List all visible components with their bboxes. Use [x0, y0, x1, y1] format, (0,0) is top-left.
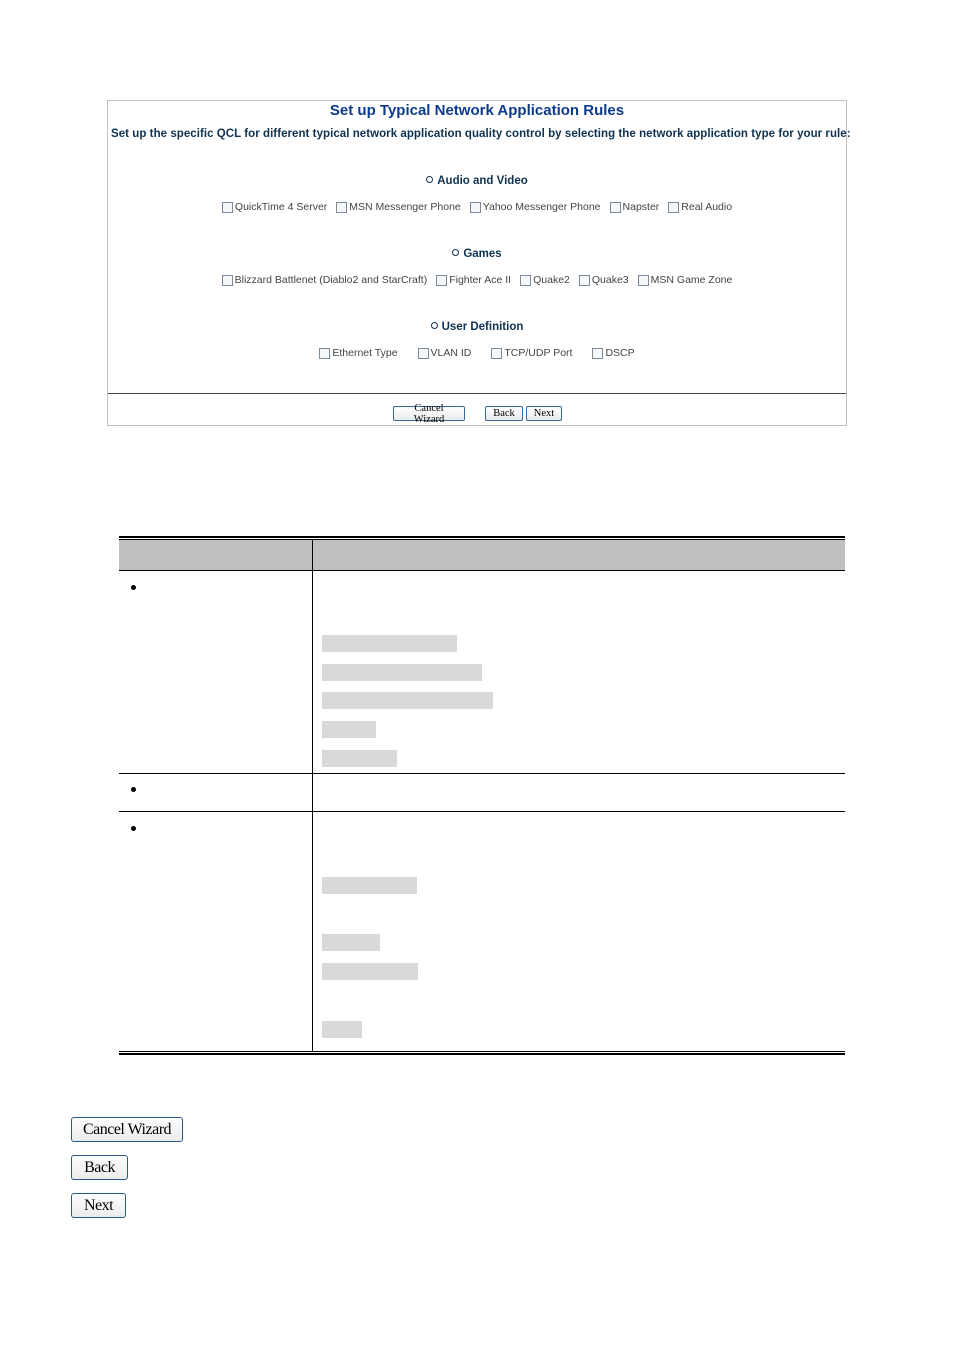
- row-bullet-icon: [131, 787, 136, 792]
- checkbox[interactable]: [609, 201, 621, 213]
- panel-cancel-wizard-button[interactable]: Cancel Wizard: [393, 403, 465, 425]
- panel-title: Set up Typical Network Application Rules: [329, 102, 625, 119]
- option-real-audio[interactable]: Real Audio: [668, 201, 732, 213]
- table-bottom-rule-inner: [119, 1051, 845, 1052]
- highlight-bar: [322, 1021, 362, 1038]
- table-bottom-rule: [119, 1053, 845, 1055]
- option-quake2[interactable]: Quake2: [520, 274, 570, 286]
- checkbox[interactable]: [491, 347, 503, 359]
- highlight-bar: [322, 635, 457, 652]
- wizard-panel: Set up Typical Network Application Rules…: [107, 100, 851, 426]
- user-definition-options: Ethernet Type VLAN ID TCP/UDP Port DSCP: [108, 347, 846, 359]
- checkbox[interactable]: [417, 347, 429, 359]
- panel-description: Set up the specific QCL for different ty…: [111, 128, 851, 140]
- games-options: Blizzard Battlenet (Diablo2 and StarCraf…: [108, 274, 846, 286]
- option-fighter-ace[interactable]: Fighter Ace II: [436, 274, 511, 286]
- option-msn-game-zone[interactable]: MSN Game Zone: [637, 274, 732, 286]
- highlight-bar: [322, 721, 376, 738]
- highlight-bar: [322, 934, 380, 951]
- option-napster[interactable]: Napster: [609, 201, 659, 213]
- section-heading-user-definition: User Definition: [108, 321, 846, 333]
- highlight-bar: [322, 877, 417, 894]
- row-bullet-icon: [131, 826, 136, 831]
- next-button[interactable]: Next: [71, 1193, 126, 1218]
- option-vlan-id[interactable]: VLAN ID: [417, 347, 471, 359]
- option-tcp-udp-port[interactable]: TCP/UDP Port: [491, 347, 572, 359]
- checkbox[interactable]: [319, 347, 331, 359]
- circle-bullet-icon: [430, 322, 438, 330]
- highlight-bar: [322, 963, 418, 980]
- cancel-wizard-button[interactable]: Cancel Wizard: [71, 1117, 183, 1142]
- option-ethernet-type[interactable]: Ethernet Type: [319, 347, 398, 359]
- checkbox[interactable]: [592, 347, 604, 359]
- table-top-rule: [119, 536, 845, 538]
- checkbox[interactable]: [436, 274, 448, 286]
- option-quake3[interactable]: Quake3: [578, 274, 629, 286]
- header-bottom-rule: [119, 570, 845, 571]
- checkbox[interactable]: [668, 201, 680, 213]
- option-msn-messenger-phone[interactable]: MSN Messenger Phone: [336, 201, 461, 213]
- audio-video-options: QuickTime 4 Server MSN Messenger Phone Y…: [108, 201, 846, 213]
- checkbox[interactable]: [221, 274, 233, 286]
- circle-bullet-icon: [452, 249, 460, 257]
- highlight-bar: [322, 664, 482, 681]
- option-quicktime[interactable]: QuickTime 4 Server: [221, 201, 327, 213]
- checkbox[interactable]: [637, 274, 649, 286]
- table-header-row: [119, 540, 845, 570]
- highlight-bar: [322, 750, 397, 767]
- panel-back-button[interactable]: Back: [485, 406, 523, 421]
- checkbox[interactable]: [520, 274, 532, 286]
- footer-divider: [108, 393, 846, 394]
- option-dscp[interactable]: DSCP: [592, 347, 635, 359]
- checkbox[interactable]: [221, 201, 233, 213]
- section-heading-audio-video: Audio and Video: [108, 175, 846, 187]
- option-yahoo-messenger-phone[interactable]: Yahoo Messenger Phone: [469, 201, 601, 213]
- row-bullet-icon: [131, 585, 136, 590]
- back-button[interactable]: Back: [71, 1155, 128, 1180]
- section-heading-games: Games: [108, 248, 846, 260]
- row-divider: [119, 811, 845, 812]
- row-divider: [119, 773, 845, 774]
- checkbox[interactable]: [469, 201, 481, 213]
- panel-next-button[interactable]: Next: [526, 406, 562, 421]
- highlight-bar: [322, 692, 493, 709]
- checkbox[interactable]: [578, 274, 590, 286]
- circle-bullet-icon: [426, 176, 434, 184]
- option-blizzard-battlenet[interactable]: Blizzard Battlenet (Diablo2 and StarCraf…: [221, 274, 427, 286]
- checkbox[interactable]: [336, 201, 348, 213]
- column-divider: [312, 540, 313, 1052]
